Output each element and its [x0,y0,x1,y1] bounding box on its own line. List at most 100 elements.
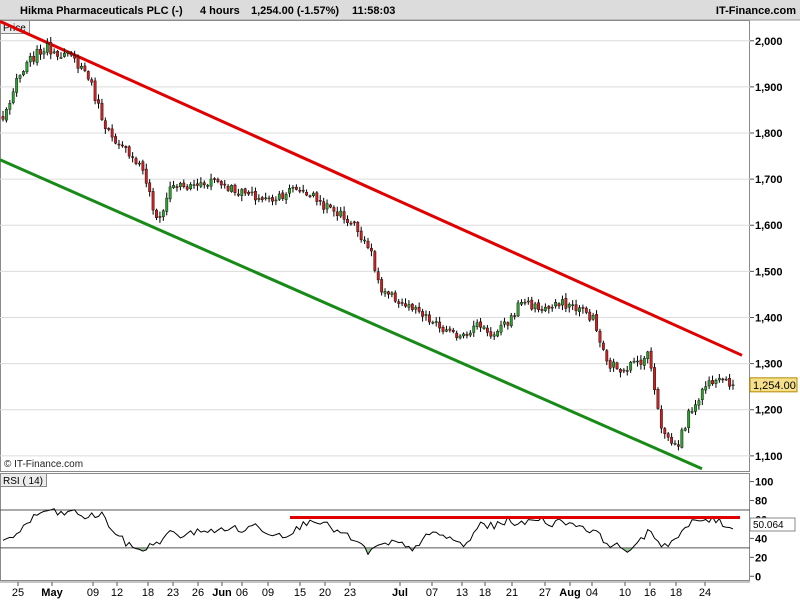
candle-body [18,75,22,79]
x-axis-label: 04 [586,587,598,599]
candle-body [189,184,193,190]
rsi-axis-label: 80 [755,496,767,508]
x-axis-label: 16 [644,587,656,599]
candle-body [520,302,523,305]
candle-body [206,185,210,187]
candle-body [711,380,714,385]
candle-body [376,271,380,281]
candle-body [148,182,152,192]
candle-body [653,367,656,391]
candle-body [492,334,496,337]
candle-body [76,56,80,69]
candle-body [69,53,73,56]
candle-body [49,42,53,55]
candle-body [574,304,578,312]
x-axis-label: 26 [192,587,204,599]
candle-body [281,192,285,199]
candle-body [260,197,264,200]
brand-label: IT-Finance.com [716,5,796,17]
candle-body [15,78,19,93]
candle-body [352,221,356,224]
x-axis: 25 May 09 12 18 23 26 Jun 06 09 15 20 23 Jul 07 13 18 21 2… [12,582,711,599]
candle-body [144,168,148,184]
candle-body [271,197,274,202]
price-axis-label: 1,400 [755,312,783,324]
candle-body [175,186,179,188]
x-axis-label: 12 [111,587,123,599]
candle-body [342,211,346,220]
candle-body [598,330,602,343]
last-price-label: 1,254.00 [753,380,796,392]
candle-body [482,326,486,329]
x-axis-label: 24 [699,587,711,599]
candle-body [243,188,247,194]
candle-body [721,378,725,381]
candle-body [540,309,544,311]
candle-body [172,185,175,188]
candle-body [605,350,609,362]
candle-body [397,301,401,304]
x-axis-label: 21 [506,587,518,599]
candle-body [202,182,206,186]
candle-body [421,311,424,317]
candle-body [301,189,305,192]
candle-body [312,192,315,197]
price-axis-label: 1,600 [755,220,783,232]
candle-body [417,306,421,312]
candle-body [564,298,568,309]
candle-body [39,48,42,55]
candle-body [315,192,319,202]
candle-body [199,182,203,187]
candle-body [694,404,697,412]
candle-body [284,194,288,200]
rsi-current-value: 50.064 [749,517,796,532]
x-axis-label: 06 [236,587,248,599]
candle-body [97,99,100,104]
candle-body [554,302,558,307]
candle-body [557,303,561,307]
candle-body [52,51,56,54]
candle-body [325,203,329,210]
candle-body [305,192,308,196]
candle-body [185,186,189,190]
candle-body [240,189,244,196]
candle-body [619,369,622,373]
candle-body [178,183,182,187]
candle-body [308,195,312,197]
candle-body [223,183,227,186]
candle-body [209,178,213,187]
candle-body [90,79,94,83]
price-axis-label: 2,000 [755,36,783,48]
candle-body [612,361,616,368]
candle-body [458,335,462,339]
price-axis: 2,000 1,900 1,800 1,700 1,600 1,500 1,400 1,300… [749,36,798,463]
x-axis-label: 10 [619,587,631,599]
x-axis-label: Aug [559,587,580,599]
candle-body [656,389,660,409]
candle-body [117,143,121,146]
candle-body [267,197,271,200]
candle-body [151,191,155,211]
price-axis-label: 1,700 [755,174,783,186]
candle-body [230,185,233,192]
candle-body [448,328,452,331]
candle-body [646,351,650,359]
candle-body [659,409,663,429]
candle-body [530,299,534,310]
x-axis-label: 09 [87,587,99,599]
candle-body [322,201,326,210]
candle-body [11,91,15,103]
candle-body [219,181,223,186]
candle-body [339,210,343,217]
candle-body [1,116,5,120]
candle-body [717,378,721,381]
candle-body [414,307,418,310]
x-axis-label: 13 [456,587,468,599]
candle-body [567,304,571,308]
candle-body [595,314,598,331]
candle-body [523,301,527,304]
candle-body [370,248,373,252]
candle-body [161,210,165,218]
candle-body [264,197,268,200]
candle-body [499,324,503,333]
